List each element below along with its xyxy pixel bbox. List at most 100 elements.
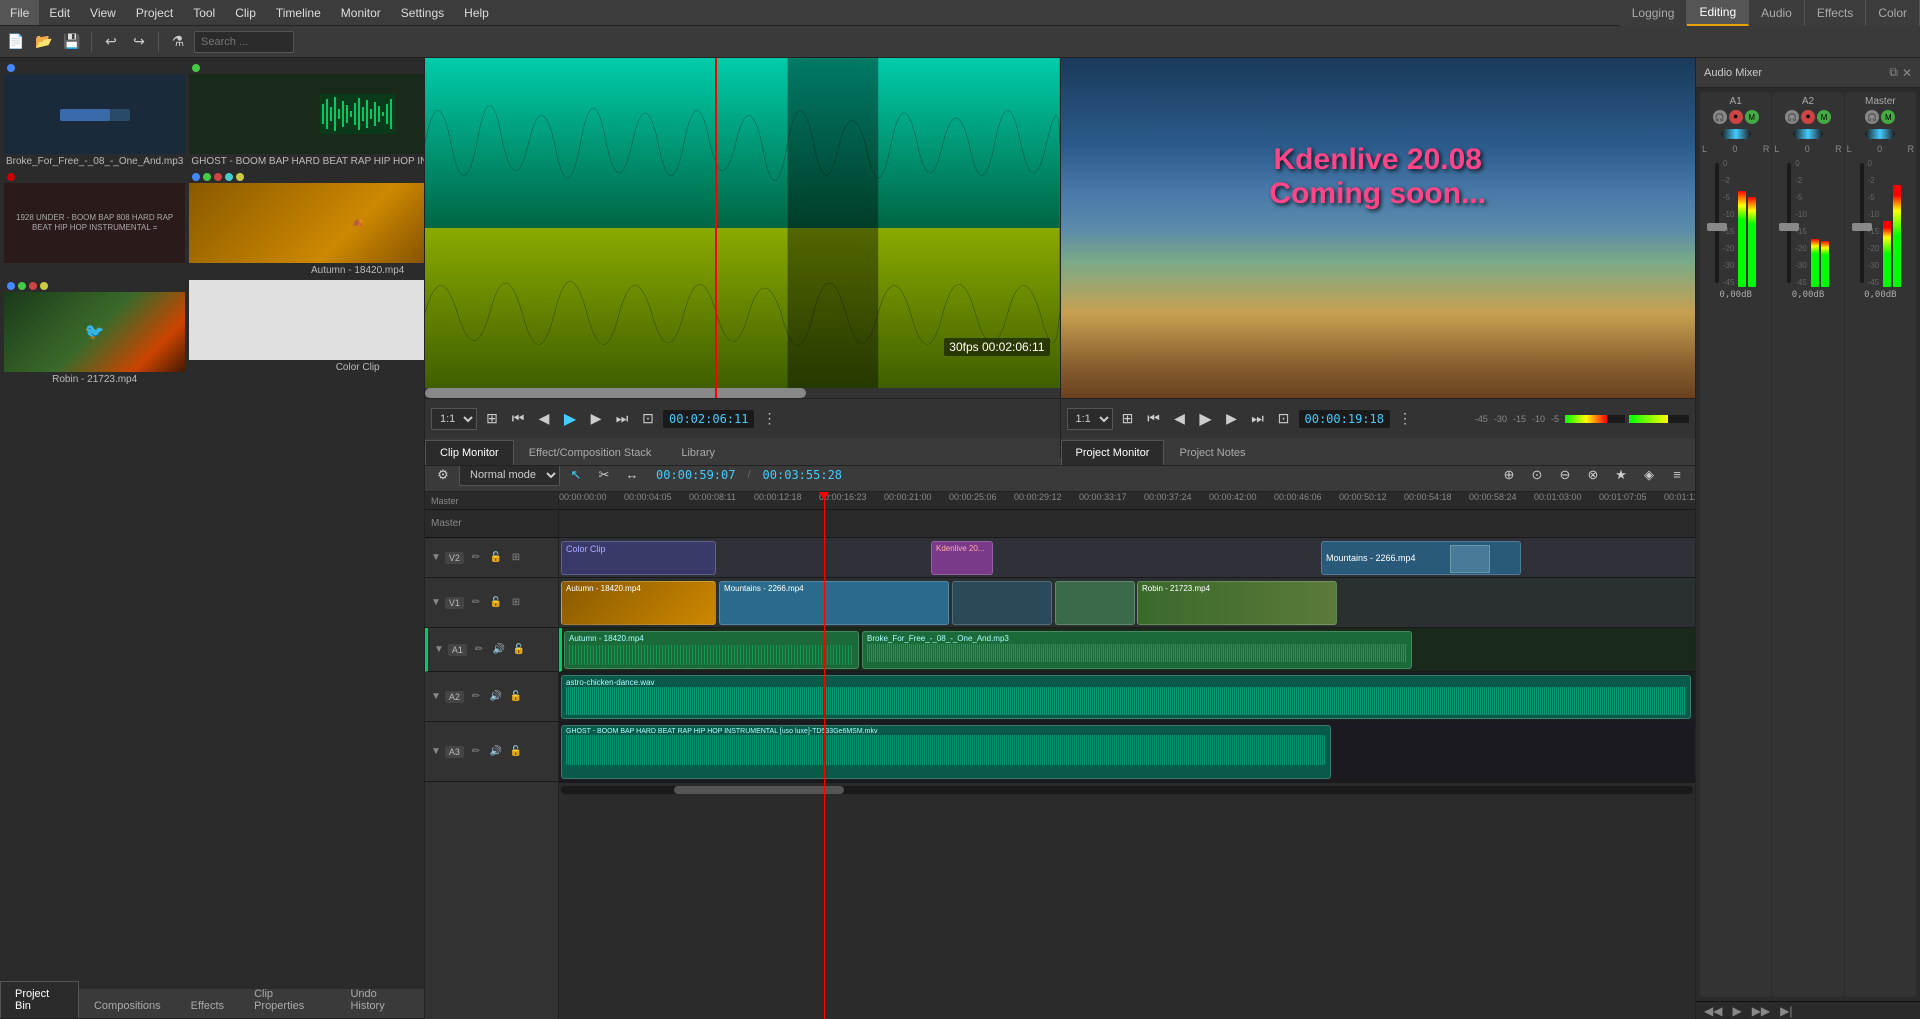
clip-extract-btn[interactable]: ⊡ [637,408,659,430]
tab-undo-history[interactable]: Undo History [335,981,424,1018]
mixer-float-btn[interactable]: ⧉ [1889,65,1898,80]
save-btn[interactable]: 💾 [60,30,84,54]
clip-prev-frame[interactable]: ⏮ [507,408,529,430]
clip-zoom-select[interactable]: 1:1 [431,408,477,430]
tab-library[interactable]: Library [666,440,730,465]
menu-project[interactable]: Project [126,0,183,25]
v2-lock-btn[interactable]: 🔓 [488,550,504,566]
nav-prev-btn[interactable]: ◀◀ [1704,1004,1722,1018]
v1-lock-btn[interactable]: 🔓 [488,595,504,611]
clip-mnt2-v1[interactable] [1055,581,1135,625]
tab-clip-properties[interactable]: Clip Properties [239,981,335,1018]
a2-mute-btn[interactable]: 🔊 [488,689,504,705]
clip-colorclip-v2[interactable]: Color Clip [561,541,716,575]
new-project-btn[interactable]: 📄 [4,30,28,54]
menu-settings[interactable]: Settings [391,0,454,25]
ch-master-fader-handle[interactable] [1852,223,1872,231]
v1-edit-btn[interactable]: ✏ [468,595,484,611]
tab-project-bin[interactable]: Project Bin [0,981,79,1018]
a2-edit-btn[interactable]: ✏ [468,689,484,705]
clip-item-autumn[interactable]: 🍂 Autumn - 18420.mp4 [189,171,424,276]
open-btn[interactable]: 📂 [32,30,56,54]
ch-a2-fader[interactable] [1787,163,1791,283]
tl-split-btn[interactable]: ⚙ [431,463,455,487]
ch-a2-pan[interactable] [1793,129,1823,139]
ch-master-fader[interactable] [1860,163,1864,283]
ch-a2-headphone[interactable]: 🎧 [1785,110,1799,124]
ch-a1-record[interactable]: ⏺ [1729,110,1743,124]
clip-blank-v1[interactable] [952,581,1052,625]
a1-edit-btn[interactable]: ✏ [471,642,487,658]
clip-robin-v1[interactable]: Robin - 21723.mp4 [1137,581,1337,625]
menu-timeline[interactable]: Timeline [266,0,331,25]
clip-item-ghost[interactable]: GHOST - BOOM BAP HARD BEAT RAP HIP HOP I… [189,62,424,167]
ch-a1-mute[interactable]: M [1745,110,1759,124]
clip-item-1928[interactable]: 1928 UNDER - BOOM BAP 808 HARD RAP BEAT … [4,171,185,276]
tab-clip-monitor[interactable]: Clip Monitor [425,440,514,465]
v1-expand[interactable]: ▼ [431,597,441,608]
tl-composite-btn[interactable]: ◈ [1637,463,1661,487]
ws-tab-logging[interactable]: Logging [1620,0,1688,26]
ch-a1-pan[interactable] [1721,129,1751,139]
tab-effects-left[interactable]: Effects [176,993,239,1018]
clip-back-frame[interactable]: ◀ [533,408,555,430]
ch-a2-mute[interactable]: M [1817,110,1831,124]
ch-a1-headphone[interactable]: 🎧 [1713,110,1727,124]
tl-insert-btn[interactable]: ⊕ [1497,463,1521,487]
ch-master-mute[interactable]: M [1881,110,1895,124]
clip-item-broke[interactable]: Broke_For_Free_-_08_-_One_And.mp3 [4,62,185,167]
proj-fwd-btn[interactable]: ▶ [1221,408,1243,430]
tab-project-monitor[interactable]: Project Monitor [1061,440,1165,465]
clip-mountains-v1[interactable]: Mountains - 2266.mp4 [719,581,949,625]
ws-tab-color[interactable]: Color [1866,0,1920,26]
redo-btn[interactable]: ↪ [127,30,151,54]
clip-kdenlive-v2[interactable]: Kdenlive 20... [931,541,993,575]
menu-tool[interactable]: Tool [183,0,225,25]
tl-spacer-btn[interactable]: ↔ [620,463,644,487]
tab-compositions[interactable]: Compositions [79,993,176,1018]
h-scroll-thumb[interactable] [674,786,844,794]
undo-btn[interactable]: ↩ [99,30,123,54]
tab-project-notes[interactable]: Project Notes [1164,440,1260,465]
a3-lock-btn[interactable]: 🔓 [508,744,524,760]
tl-lift-btn[interactable]: ⊖ [1553,463,1577,487]
ws-tab-audio[interactable]: Audio [1749,0,1805,26]
a1-lock-btn[interactable]: 🔓 [511,642,527,658]
v2-expand[interactable]: ▼ [431,552,441,563]
clip-autumn-v1[interactable]: Autumn - 18420.mp4 [561,581,716,625]
clip-next-frame[interactable]: ⏭ [611,408,633,430]
ch-master-pan[interactable] [1865,129,1895,139]
proj-next-btn[interactable]: ⏭ [1247,408,1269,430]
clip-play-btn[interactable]: ▶ [559,408,581,430]
clip-fwd-frame[interactable]: ▶ [585,408,607,430]
nav-next-btn[interactable]: ▶▶ [1752,1004,1770,1018]
proj-prev-btn[interactable]: ⏮ [1143,408,1165,430]
ch-a1-fader-handle[interactable] [1707,223,1727,231]
search-input[interactable] [194,31,294,53]
menu-file[interactable]: File [0,0,39,25]
clip-item-robin[interactable]: 🐦 Robin - 21723.mp4 [4,280,185,385]
project-zoom-select[interactable]: 1:1 [1067,408,1113,430]
tl-star-btn[interactable]: ★ [1609,463,1633,487]
clip-mountains-v2[interactable]: Mountains - 2266.mp4 [1321,541,1521,575]
a3-expand[interactable]: ▼ [431,746,441,757]
clip-item-colorclip[interactable]: Color Clip [189,280,424,385]
ch-a1-fader[interactable] [1715,163,1719,283]
a2-expand[interactable]: ▼ [431,691,441,702]
mixer-close-btn[interactable]: ✕ [1902,65,1912,80]
proj-more-btn[interactable]: ⋮ [1394,408,1416,430]
a1-mute-btn[interactable]: 🔊 [491,642,507,658]
menu-clip[interactable]: Clip [225,0,266,25]
tl-extract-btn[interactable]: ⊗ [1581,463,1605,487]
tab-effect-stack[interactable]: Effect/Composition Stack [514,440,667,465]
a3-edit-btn[interactable]: ✏ [468,744,484,760]
proj-fit-btn[interactable]: ⊞ [1117,408,1139,430]
proj-fullscreen-btn[interactable]: ⊡ [1273,408,1295,430]
ch-master-headphone[interactable]: 🎧 [1865,110,1879,124]
a3-mute-btn[interactable]: 🔊 [488,744,504,760]
ch-a2-record[interactable]: ⏺ [1801,110,1815,124]
proj-play-btn[interactable]: ▶ [1195,408,1217,430]
nav-play-btn[interactable]: ▶ [1732,1004,1741,1018]
tl-mode-select[interactable]: Normal mode [459,464,560,486]
tl-menu-btn[interactable]: ≡ [1665,463,1689,487]
